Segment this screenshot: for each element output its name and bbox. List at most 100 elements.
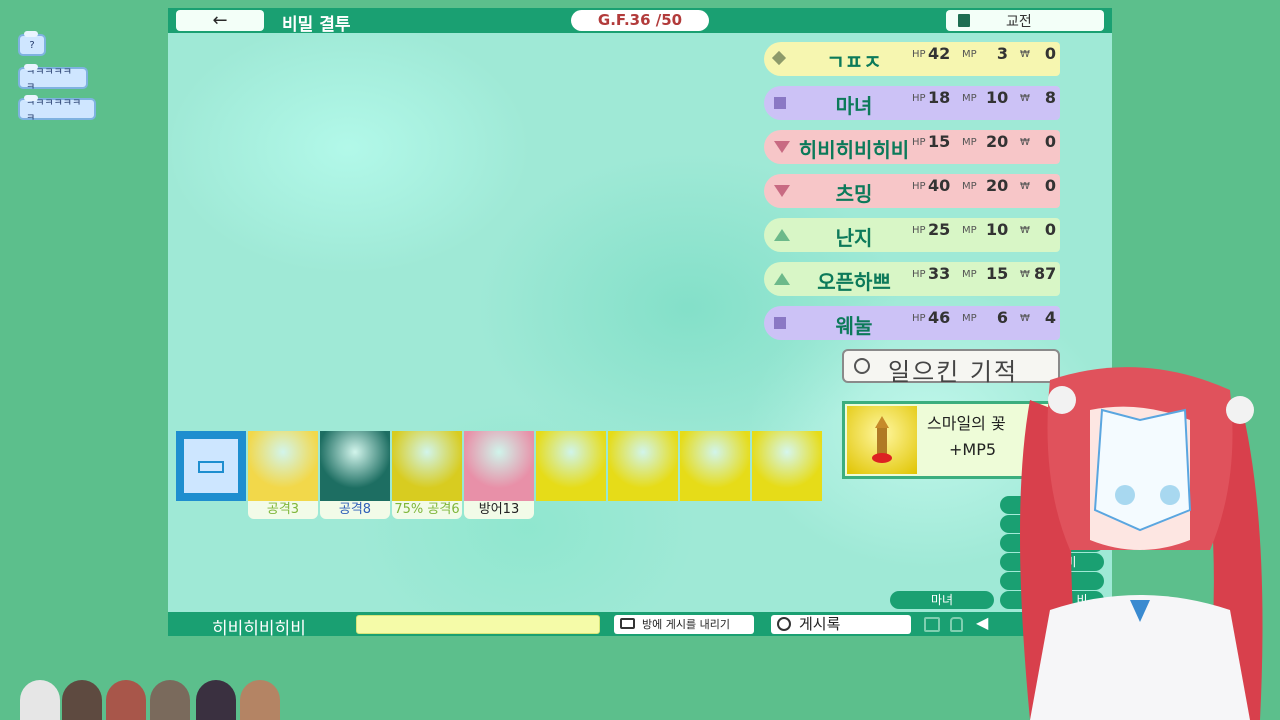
spear-icon[interactable] bbox=[320, 431, 390, 501]
hp-label: HP bbox=[912, 181, 926, 192]
mp-value: 6 bbox=[996, 308, 1008, 327]
target-pill-witch[interactable]: 마녀 bbox=[890, 591, 994, 609]
shield-icon[interactable] bbox=[464, 431, 534, 501]
mp-value: 10 bbox=[986, 220, 1009, 239]
hp-value: 33 bbox=[928, 264, 951, 283]
player-row[interactable]: ㄱㅍㅈ HP 42 MP 3 ₩0 bbox=[764, 42, 1060, 76]
chat-input[interactable] bbox=[356, 615, 600, 634]
player-name: 마녀 bbox=[835, 94, 873, 118]
sun-icon bbox=[854, 358, 870, 374]
hp-value: 15 bbox=[928, 132, 951, 151]
arrow-left-icon: ← bbox=[212, 10, 228, 31]
money-label: ₩ bbox=[1020, 313, 1030, 324]
player-row[interactable]: 츠밍 HP 40 MP 20 ₩0 bbox=[764, 174, 1060, 208]
game-flag-counter: G.F.36 /50 bbox=[571, 10, 709, 31]
speaker-icon[interactable]: ◀ bbox=[976, 613, 988, 632]
current-player-name: 히비히비히비 bbox=[212, 619, 306, 636]
mp-value: 20 bbox=[986, 132, 1009, 151]
triangle-down-icon bbox=[774, 141, 790, 153]
money-label: ₩ bbox=[1020, 225, 1030, 236]
chat-bubble-chip[interactable]: ㅋㅋㅋㅋㅋㅋㅋ bbox=[18, 95, 96, 124]
player-name: 츠밍 bbox=[835, 182, 873, 206]
money-label: ₩ bbox=[1020, 93, 1030, 104]
mp-label: MP bbox=[962, 225, 977, 236]
money-value: 0 bbox=[1044, 176, 1056, 195]
book-icon bbox=[958, 14, 970, 27]
player-row[interactable]: 웨눌 HP 46 MP 6 ₩4 bbox=[764, 306, 1060, 340]
mp-value: 10 bbox=[986, 88, 1009, 107]
mp-label: MP bbox=[962, 181, 977, 192]
hp-label: HP bbox=[912, 313, 926, 324]
triangle-up-icon bbox=[774, 273, 790, 285]
battle-log-button[interactable]: 교전 bbox=[946, 10, 1104, 31]
mp-value: 15 bbox=[986, 264, 1009, 283]
hp-value: 42 bbox=[928, 44, 951, 63]
flower-bouquet-icon[interactable] bbox=[536, 431, 606, 501]
empty-card-slot[interactable] bbox=[176, 431, 246, 501]
money-value: 0 bbox=[1044, 132, 1056, 151]
player-name: ㄱㅍㅈ bbox=[826, 50, 882, 74]
mp-value: 20 bbox=[986, 176, 1009, 195]
mp-label: MP bbox=[962, 93, 977, 104]
viewer-avatar bbox=[240, 680, 280, 720]
history-icon bbox=[777, 617, 791, 631]
horn-icon[interactable] bbox=[608, 431, 678, 501]
message-icon bbox=[620, 618, 635, 629]
mp-value: 3 bbox=[996, 44, 1008, 63]
vtuber-avatar bbox=[1020, 367, 1263, 720]
horn-icon[interactable] bbox=[752, 431, 822, 501]
player-row[interactable]: 마녀 HP 18 MP 10 ₩8 bbox=[764, 86, 1060, 120]
money-value: 0 bbox=[1044, 44, 1056, 63]
item-stat-tag: 공격3 bbox=[248, 501, 318, 519]
hp-value: 25 bbox=[928, 220, 951, 239]
hp-value: 40 bbox=[928, 176, 951, 195]
item-stat-tag: 방어13 bbox=[464, 501, 534, 519]
lock-icon[interactable] bbox=[950, 617, 963, 632]
money-label: ₩ bbox=[1020, 269, 1030, 280]
horn-icon[interactable] bbox=[680, 431, 750, 501]
money-label: ₩ bbox=[1020, 181, 1030, 192]
square-icon bbox=[774, 317, 786, 329]
viewer-avatar bbox=[20, 680, 60, 720]
player-row[interactable]: 난지 HP 25 MP 10 ₩0 bbox=[764, 218, 1060, 252]
help-chip[interactable]: ? bbox=[18, 31, 46, 56]
chat-bubble-chip[interactable]: ㅋㅋㅋㅋㅋㅋ bbox=[18, 64, 88, 93]
hp-value: 18 bbox=[928, 88, 951, 107]
money-value: 4 bbox=[1044, 308, 1056, 327]
mp-label: MP bbox=[962, 137, 977, 148]
crystal-orb-icon[interactable] bbox=[392, 431, 462, 501]
mp-label: MP bbox=[962, 49, 977, 60]
item-effect: +MP5 bbox=[949, 440, 997, 459]
hp-label: HP bbox=[912, 49, 926, 60]
triangle-down-icon bbox=[774, 185, 790, 197]
player-row[interactable]: 오픈하쁘 HP 33 MP 15 ₩87 bbox=[764, 262, 1060, 296]
player-name: 히비히비히비 bbox=[798, 138, 910, 162]
back-button[interactable]: ← bbox=[176, 10, 264, 31]
mp-label: MP bbox=[962, 269, 977, 280]
item-stat-tag: 75% 공격6 bbox=[392, 501, 462, 519]
viewer-avatar bbox=[106, 680, 146, 720]
top-bar: ← 비밀 결투 G.F.36 /50 교전 bbox=[168, 8, 1112, 35]
player-row[interactable]: 히비히비히비 HP 15 MP 20 ₩0 bbox=[764, 130, 1060, 164]
page-title: 비밀 결투 bbox=[282, 15, 351, 35]
card-icon bbox=[198, 461, 224, 473]
hp-label: HP bbox=[912, 225, 926, 236]
bottom-bar: 히비히비히비 방에 게시를 내리기 게시록 ◀ bbox=[168, 612, 1112, 636]
viewer-avatar bbox=[150, 680, 190, 720]
hp-label: HP bbox=[912, 93, 926, 104]
post-to-room-button[interactable]: 방에 게시를 내리기 bbox=[614, 615, 754, 634]
diamond-icon bbox=[771, 50, 787, 66]
square-icon bbox=[774, 97, 786, 109]
money-label: ₩ bbox=[1020, 137, 1030, 148]
triangle-up-icon bbox=[774, 229, 790, 241]
hp-label: HP bbox=[912, 137, 926, 148]
flower-bouquet-icon bbox=[847, 406, 917, 474]
post-log-button[interactable]: 게시록 bbox=[771, 615, 911, 634]
mp-label: MP bbox=[962, 313, 977, 324]
viewer-avatar bbox=[62, 680, 102, 720]
viewer-avatar bbox=[196, 680, 236, 720]
no-image-icon[interactable] bbox=[924, 617, 940, 632]
star-wand-icon[interactable] bbox=[248, 431, 318, 501]
game-window: ← 비밀 결투 G.F.36 /50 교전 ㄱㅍㅈ HP 42 MP 3 ₩0 마녀 HP 18… bbox=[168, 8, 1112, 636]
hp-label: HP bbox=[912, 269, 926, 280]
